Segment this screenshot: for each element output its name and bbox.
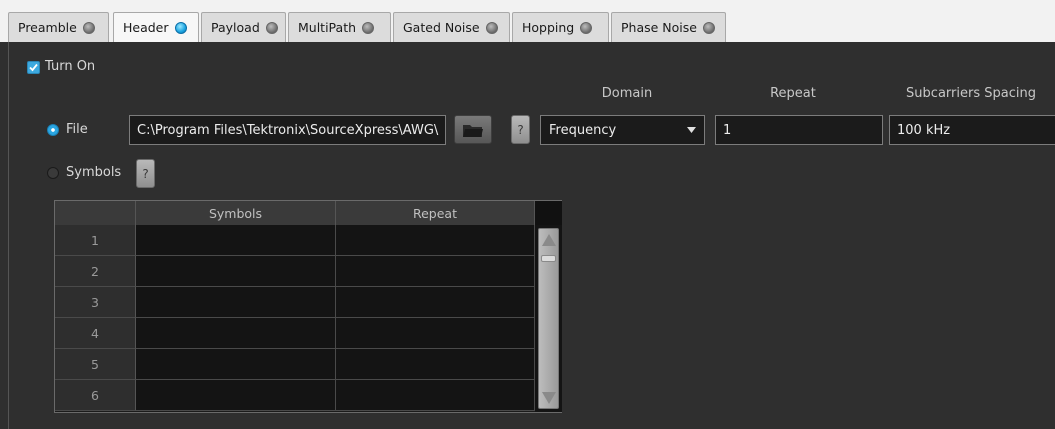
symbols-column-header[interactable]: Symbols <box>136 201 336 225</box>
tab-multipath[interactable]: MultiPath <box>288 12 391 42</box>
tab-gated-noise[interactable]: Gated Noise <box>393 12 510 42</box>
file-radio-label: File <box>66 122 88 137</box>
symbols-table: Symbols Repeat 1 2 3 4 5 6 <box>54 200 562 413</box>
tab-label: Payload <box>211 20 260 35</box>
table-row[interactable]: 6 <box>55 380 535 411</box>
browse-folder-button[interactable] <box>454 115 492 144</box>
tab-label: Gated Noise <box>403 20 480 35</box>
scrollbar-corner <box>535 201 562 225</box>
tab-header[interactable]: Header <box>113 12 199 42</box>
scroll-down-arrow-icon[interactable] <box>542 391 556 405</box>
file-help-button[interactable]: ? <box>511 115 530 144</box>
repeat-cell[interactable] <box>336 287 535 318</box>
repeat-column-header[interactable]: Repeat <box>336 201 535 225</box>
scrollbar-thumb[interactable] <box>541 255 556 262</box>
domain-select-value: Frequency <box>549 122 617 138</box>
symbols-cell[interactable] <box>136 349 336 380</box>
table-row[interactable]: 2 <box>55 256 535 287</box>
file-radio[interactable] <box>47 124 59 136</box>
repeat-column-header: Repeat <box>770 86 816 101</box>
tab-payload[interactable]: Payload <box>201 12 286 42</box>
row-number: 6 <box>55 380 136 411</box>
repeat-cell[interactable] <box>336 380 535 411</box>
repeat-input[interactable]: 1 <box>715 115 883 145</box>
tab-preamble[interactable]: Preamble <box>8 12 109 42</box>
tab-bar: Preamble Header Payload MultiPath Gated … <box>0 0 1055 42</box>
tab-label: Phase Noise <box>621 20 697 35</box>
table-scrollbar[interactable] <box>535 225 562 412</box>
row-number: 4 <box>55 318 136 349</box>
domain-select[interactable]: Frequency <box>540 115 705 145</box>
row-number: 2 <box>55 256 136 287</box>
symbols-cell[interactable] <box>136 287 336 318</box>
repeat-cell[interactable] <box>336 256 535 287</box>
domain-column-header: Domain <box>601 86 653 101</box>
scroll-up-arrow-icon[interactable] <box>542 233 556 247</box>
status-indicator-icon <box>580 21 593 34</box>
subcarriers-spacing-column-header: Subcarriers Spacing <box>906 86 1036 101</box>
turn-on-checkbox[interactable] <box>27 61 40 74</box>
tab-phase-noise[interactable]: Phase Noise <box>611 12 726 42</box>
symbols-help-button[interactable]: ? <box>136 159 155 188</box>
scrollbar-track[interactable] <box>538 228 559 409</box>
table-corner <box>55 201 136 225</box>
status-indicator-icon <box>702 21 715 34</box>
tab-label: MultiPath <box>298 20 357 35</box>
turn-on-label: Turn On <box>45 59 96 74</box>
symbols-cell[interactable] <box>136 256 336 287</box>
tab-hopping[interactable]: Hopping <box>512 12 609 42</box>
tab-label: Preamble <box>18 20 77 35</box>
header-settings-panel: Turn On Domain Repeat Subcarriers Spacin… <box>8 42 1055 429</box>
table-row[interactable]: 5 <box>55 349 535 380</box>
dropdown-arrow-icon <box>687 127 696 133</box>
subcarriers-spacing-input[interactable]: 100 kHz <box>889 115 1055 145</box>
checkmark-icon <box>29 63 38 72</box>
symbols-cell[interactable] <box>136 225 336 256</box>
status-indicator-icon <box>265 21 278 34</box>
status-indicator-icon <box>362 21 375 34</box>
folder-icon <box>463 124 483 137</box>
file-path-input[interactable]: C:\Program Files\Tektronix\SourceXpress\… <box>129 115 446 145</box>
tab-label: Header <box>123 20 169 35</box>
symbols-radio[interactable] <box>47 167 59 179</box>
row-number: 1 <box>55 225 136 256</box>
symbols-radio-label: Symbols <box>66 165 122 180</box>
row-number: 5 <box>55 349 136 380</box>
table-row[interactable]: 1 <box>55 225 535 256</box>
table-header: Symbols Repeat <box>55 201 535 225</box>
tab-label: Hopping <box>522 20 575 35</box>
symbols-cell[interactable] <box>136 318 336 349</box>
repeat-cell[interactable] <box>336 349 535 380</box>
row-number: 3 <box>55 287 136 318</box>
table-row[interactable]: 3 <box>55 287 535 318</box>
symbols-cell[interactable] <box>136 380 336 411</box>
repeat-cell[interactable] <box>336 225 535 256</box>
status-indicator-icon <box>485 21 498 34</box>
status-indicator-icon <box>174 21 187 34</box>
repeat-cell[interactable] <box>336 318 535 349</box>
status-indicator-icon <box>82 21 95 34</box>
table-row[interactable]: 4 <box>55 318 535 349</box>
